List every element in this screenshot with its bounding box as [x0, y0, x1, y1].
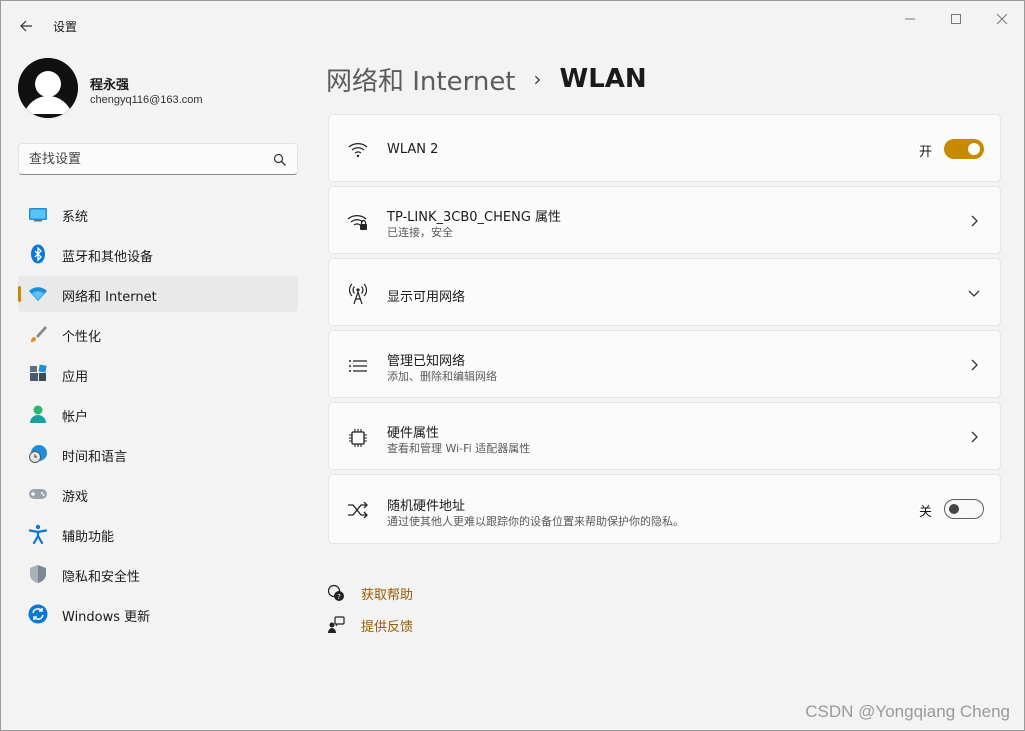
close-icon	[996, 13, 1008, 25]
show-available-networks-title: 显示可用网络	[387, 290, 466, 305]
sidebar-item-label: Windows 更新	[62, 610, 151, 625]
user-profile[interactable]: 程永强 chengyq116@163.com	[18, 58, 298, 120]
toggle-state-label: 关	[918, 505, 932, 520]
get-help-label: 获取帮助	[361, 588, 414, 603]
give-feedback-label: 提供反馈	[361, 620, 414, 635]
sidebar-item-accessibility[interactable]: 辅助功能	[18, 516, 298, 552]
chevron-right-icon	[966, 213, 982, 229]
sidebar-item-label: 个性化	[62, 330, 102, 345]
toggle-knob	[949, 504, 959, 514]
back-arrow-icon	[20, 20, 32, 32]
search-icon	[273, 153, 286, 166]
shuffle-icon	[347, 499, 369, 521]
settings-window: 设置 程永强 chengyq116@163.com 查找设置 系统 蓝牙和其他设…	[0, 0, 1025, 731]
sidebar-item-label: 网络和 Internet	[62, 290, 157, 305]
random-hardware-address-card: 随机硬件地址 通过使其他人更难以跟踪你的设备位置来帮助保护你的隐私。 关	[328, 474, 1001, 544]
list-icon	[347, 355, 369, 377]
avatar	[18, 58, 78, 118]
get-help-link[interactable]: ? 获取帮助	[326, 581, 413, 605]
close-button[interactable]	[991, 9, 1013, 29]
chip-icon	[347, 427, 369, 449]
sidebar-item-label: 时间和语言	[62, 450, 128, 465]
chevron-right-icon	[966, 429, 982, 445]
show-available-networks-card[interactable]: 显示可用网络	[328, 258, 1001, 326]
bluetooth-icon	[28, 244, 48, 264]
sidebar-item-label: 系统	[62, 210, 89, 225]
breadcrumb-parent[interactable]: 网络和 Internet	[326, 61, 516, 98]
sidebar-item-label: 帐户	[62, 410, 89, 425]
maximize-button[interactable]	[945, 9, 967, 29]
give-feedback-link[interactable]: 提供反馈	[326, 613, 413, 637]
page-title: WLAN	[559, 64, 647, 94]
system-icon	[28, 204, 48, 224]
sidebar-item-windows-update[interactable]: Windows 更新	[18, 596, 298, 632]
antenna-icon	[347, 283, 369, 305]
accessibility-icon	[28, 524, 48, 544]
wlan-adapter-name: WLAN 2	[387, 142, 439, 157]
user-name: 程永强	[90, 78, 130, 93]
manage-known-networks-card[interactable]: 管理已知网络 添加、删除和编辑网络	[328, 330, 1001, 398]
sidebar-item-system[interactable]: 系统	[18, 196, 298, 232]
chevron-down-icon	[966, 285, 982, 301]
user-email: chengyq116@163.com	[90, 94, 203, 106]
manage-known-networks-desc: 添加、删除和编辑网络	[387, 370, 497, 383]
wlan-toggle-card: WLAN 2 开	[328, 114, 1001, 182]
random-hardware-address-desc: 通过使其他人更难以跟踪你的设备位置来帮助保护你的隐私。	[387, 515, 684, 528]
minimize-icon	[905, 18, 915, 20]
toggle-state-label: 开	[918, 145, 932, 160]
sidebar-item-label: 蓝牙和其他设备	[62, 250, 154, 265]
minimize-button[interactable]	[899, 9, 921, 29]
network-properties-card[interactable]: TP-LINK_3CB0_CHENG 属性 已连接，安全	[328, 186, 1001, 254]
breadcrumb: 网络和 Internet › WLAN	[326, 61, 647, 97]
wifi-secure-icon	[347, 211, 369, 233]
breadcrumb-separator: ›	[533, 67, 542, 91]
sidebar-item-network[interactable]: 网络和 Internet	[18, 276, 298, 312]
sidebar-item-label: 应用	[62, 370, 89, 385]
app-title: 设置	[53, 20, 78, 34]
sidebar-item-personalization[interactable]: 个性化	[18, 316, 298, 352]
network-status: 已连接，安全	[387, 226, 453, 239]
account-icon	[28, 404, 48, 424]
random-hardware-address-title: 随机硬件地址	[387, 499, 466, 514]
manage-known-networks-title: 管理已知网络	[387, 354, 466, 369]
hardware-properties-title: 硬件属性	[387, 426, 440, 441]
apps-icon	[28, 364, 48, 384]
help-icon: ?	[326, 583, 346, 603]
sidebar-item-accounts[interactable]: 帐户	[18, 396, 298, 432]
user-silhouette-icon	[18, 58, 78, 118]
chevron-right-icon	[966, 357, 982, 373]
toggle-knob	[968, 143, 980, 155]
svg-text:?: ?	[337, 593, 341, 601]
watermark: CSDN @Yongqiang Cheng	[805, 702, 1010, 721]
gamepad-icon	[28, 484, 48, 504]
network-properties-title: TP-LINK_3CB0_CHENG 属性	[387, 210, 562, 225]
feedback-icon	[326, 615, 346, 635]
sidebar-item-apps[interactable]: 应用	[18, 356, 298, 392]
title-bar: 设置	[1, 1, 1024, 49]
maximize-icon	[951, 14, 961, 24]
update-icon	[28, 604, 48, 624]
hardware-properties-desc: 查看和管理 Wi-Fi 适配器属性	[387, 442, 531, 455]
sidebar-item-label: 辅助功能	[62, 530, 115, 545]
random-address-toggle[interactable]	[944, 499, 984, 519]
sidebar-item-time-language[interactable]: 时间和语言	[18, 436, 298, 472]
sidebar-item-label: 隐私和安全性	[62, 570, 141, 585]
globe-clock-icon	[28, 444, 48, 464]
brush-icon	[28, 324, 48, 344]
sidebar-nav: 系统 蓝牙和其他设备 网络和 Internet 个性化 应用 帐户 时间和语言 …	[18, 196, 298, 636]
shield-icon	[28, 564, 48, 584]
sidebar-item-label: 游戏	[62, 490, 89, 505]
hardware-properties-card[interactable]: 硬件属性 查看和管理 Wi-Fi 适配器属性	[328, 402, 1001, 470]
sidebar-item-gaming[interactable]: 游戏	[18, 476, 298, 512]
back-button[interactable]	[15, 15, 37, 37]
search-input[interactable]	[29, 144, 269, 174]
wlan-toggle[interactable]	[944, 139, 984, 159]
wifi-icon	[347, 139, 369, 161]
sidebar-item-bluetooth[interactable]: 蓝牙和其他设备	[18, 236, 298, 272]
wifi-icon	[28, 284, 48, 304]
search-box[interactable]	[18, 143, 298, 175]
sidebar-item-privacy[interactable]: 隐私和安全性	[18, 556, 298, 592]
